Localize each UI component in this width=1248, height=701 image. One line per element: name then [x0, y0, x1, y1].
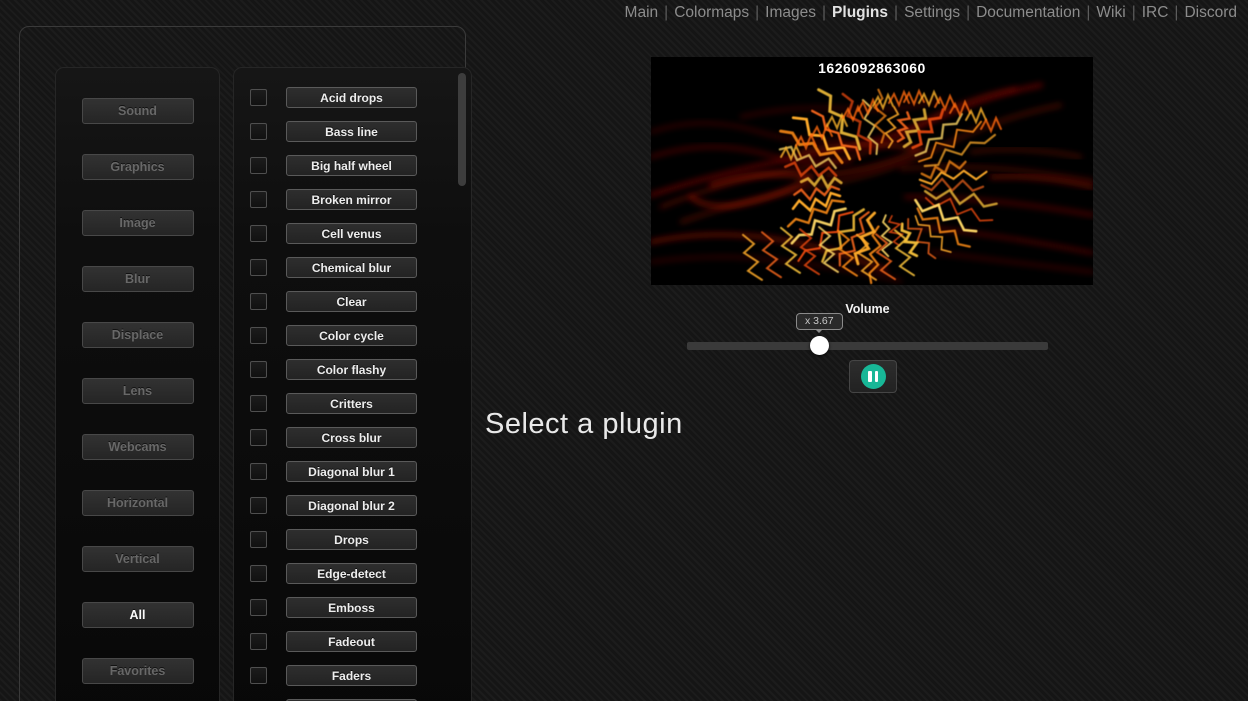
plugin-row: Fadeout [234, 631, 471, 652]
nav-separator: | [966, 4, 970, 21]
plugin-checkbox[interactable] [250, 429, 267, 446]
plugin-checkbox[interactable] [250, 531, 267, 548]
category-panel: Sound Graphics Image Blur Displace Lens Webcam… [55, 67, 220, 701]
plugin-button-big-half-wheel[interactable]: Big half wheel [286, 155, 417, 176]
plugin-row: Emboss [234, 597, 471, 618]
nav-separator: | [755, 4, 759, 21]
category-button-lens[interactable]: Lens [82, 378, 194, 404]
plugin-button-cell-venus[interactable]: Cell venus [286, 223, 417, 244]
plugin-row: Critters [234, 393, 471, 414]
audio-visualization [651, 57, 1093, 285]
plugin-button-edge-detect[interactable]: Edge-detect [286, 563, 417, 584]
plugin-row: Big half wheel [234, 155, 471, 176]
category-button-sound[interactable]: Sound [82, 98, 194, 124]
nav-item-documentation[interactable]: Documentation [976, 4, 1080, 21]
nav-separator: | [1174, 4, 1178, 21]
plugin-row: Edge-detect [234, 563, 471, 584]
plugin-button-diagonal-blur-1[interactable]: Diagonal blur 1 [286, 461, 417, 482]
plugin-checkbox[interactable] [250, 89, 267, 106]
plugin-checkbox[interactable] [250, 667, 267, 684]
volume-slider-track[interactable] [687, 342, 1048, 350]
plugin-checkbox[interactable] [250, 497, 267, 514]
frame-timestamp: 1626092863060 [651, 60, 1093, 76]
plugin-row: Chemical blur [234, 257, 471, 278]
category-button-blur[interactable]: Blur [82, 266, 194, 292]
plugin-checkbox[interactable] [250, 361, 267, 378]
nav-item-settings[interactable]: Settings [904, 4, 960, 21]
plugin-checkbox[interactable] [250, 259, 267, 276]
category-button-favorites[interactable]: Favorites [82, 658, 194, 684]
plugin-checkbox[interactable] [250, 123, 267, 140]
volume-slider-thumb[interactable] [810, 336, 829, 355]
nav-item-colormaps[interactable]: Colormaps [674, 4, 749, 21]
volume-value-tooltip: x 3.67 [796, 313, 843, 330]
nav-item-wiki[interactable]: Wiki [1096, 4, 1125, 21]
pause-button[interactable] [849, 360, 897, 393]
pause-icon [861, 364, 886, 389]
plugin-checkbox[interactable] [250, 463, 267, 480]
nav-item-images[interactable]: Images [765, 4, 816, 21]
plugin-row: Cross blur [234, 427, 471, 448]
plugin-checkbox[interactable] [250, 327, 267, 344]
plugin-checkbox[interactable] [250, 599, 267, 616]
plugin-row: Diagonal blur 1 [234, 461, 471, 482]
select-plugin-message: Select a plugin [485, 408, 683, 441]
top-nav: Main | Colormaps | Images | Plugins | Settings | D… [625, 4, 1237, 22]
visualization-canvas: 1626092863060 [651, 57, 1093, 285]
nav-separator: | [822, 4, 826, 21]
nav-separator: | [1086, 4, 1090, 21]
plugin-row: Clear [234, 291, 471, 312]
plugin-button-acid-drops[interactable]: Acid drops [286, 87, 417, 108]
plugin-row: Bass line [234, 121, 471, 142]
plugin-button-diagonal-blur-2[interactable]: Diagonal blur 2 [286, 495, 417, 516]
plugin-button-critters[interactable]: Critters [286, 393, 417, 414]
plugin-row: Diagonal blur 2 [234, 495, 471, 516]
category-button-graphics[interactable]: Graphics [82, 154, 194, 180]
plugin-row: Drops [234, 529, 471, 550]
plugin-checkbox[interactable] [250, 191, 267, 208]
category-button-image[interactable]: Image [82, 210, 194, 236]
volume-label: Volume [687, 302, 1048, 316]
nav-separator: | [664, 4, 668, 21]
plugin-checkbox[interactable] [250, 633, 267, 650]
plugin-row: Cell venus [234, 223, 471, 244]
plugin-checkbox[interactable] [250, 157, 267, 174]
category-button-all[interactable]: All [82, 602, 194, 628]
plugin-row: Color flashy [234, 359, 471, 380]
category-button-webcams[interactable]: Webcams [82, 434, 194, 460]
nav-separator: | [1132, 4, 1136, 21]
plugin-button-chemical-blur[interactable]: Chemical blur [286, 257, 417, 278]
plugin-checkbox[interactable] [250, 225, 267, 242]
plugin-browser-container: Sound Graphics Image Blur Displace Lens Webcam… [19, 26, 466, 701]
plugin-row: Acid drops [234, 87, 471, 108]
plugin-button-cross-blur[interactable]: Cross blur [286, 427, 417, 448]
nav-item-discord[interactable]: Discord [1184, 4, 1237, 21]
plugin-button-color-flashy[interactable]: Color flashy [286, 359, 417, 380]
plugin-checkbox[interactable] [250, 293, 267, 310]
nav-item-irc[interactable]: IRC [1142, 4, 1169, 21]
plugin-button-drops[interactable]: Drops [286, 529, 417, 550]
plugin-row: Broken mirror [234, 189, 471, 210]
plugin-row: Faders [234, 665, 471, 686]
nav-separator: | [894, 4, 898, 21]
plugin-checkbox[interactable] [250, 565, 267, 582]
plugin-button-fadeout[interactable]: Fadeout [286, 631, 417, 652]
plugin-button-broken-mirror[interactable]: Broken mirror [286, 189, 417, 210]
nav-item-main[interactable]: Main [625, 4, 659, 21]
plugin-button-bass-line[interactable]: Bass line [286, 121, 417, 142]
plugin-button-emboss[interactable]: Emboss [286, 597, 417, 618]
plugin-button-faders[interactable]: Faders [286, 665, 417, 686]
category-button-displace[interactable]: Displace [82, 322, 194, 348]
category-button-horizontal[interactable]: Horizontal [82, 490, 194, 516]
plugin-list-panel: Acid drops Bass line Big half wheel Broken … [233, 67, 472, 701]
plugin-button-color-cycle[interactable]: Color cycle [286, 325, 417, 346]
plugin-button-clear[interactable]: Clear [286, 291, 417, 312]
plugin-row: Color cycle [234, 325, 471, 346]
category-button-vertical[interactable]: Vertical [82, 546, 194, 572]
nav-item-plugins[interactable]: Plugins [832, 4, 888, 21]
plugin-list-scrollbar[interactable] [458, 73, 466, 186]
plugin-checkbox[interactable] [250, 395, 267, 412]
